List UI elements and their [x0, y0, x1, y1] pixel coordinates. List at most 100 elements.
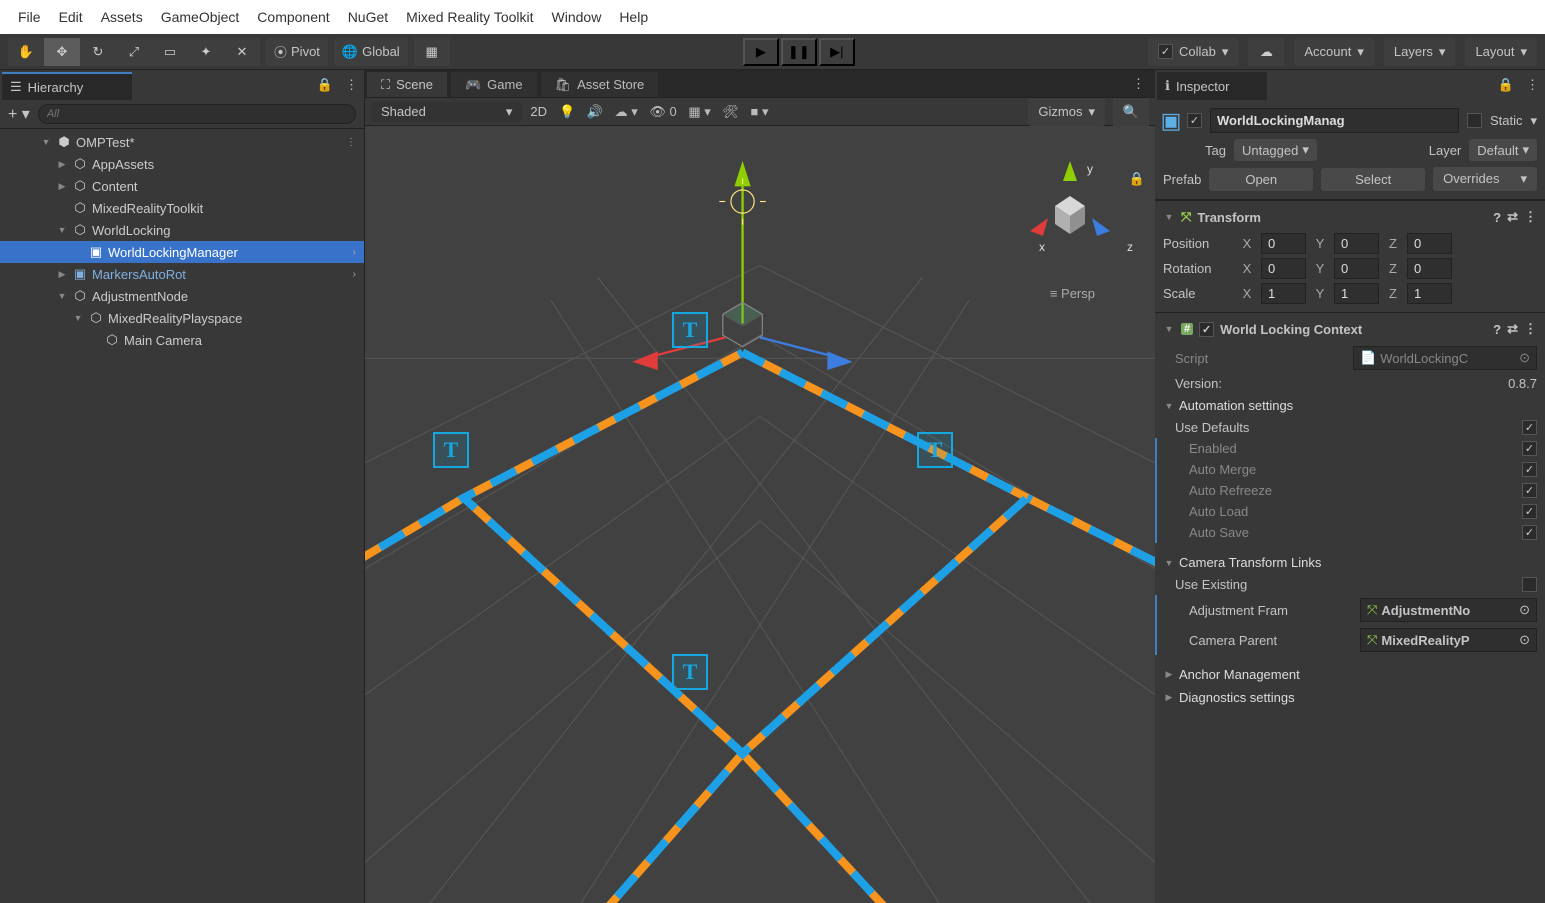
chevron-down-icon[interactable]: ▾ [1530, 113, 1537, 129]
anchor-gizmo[interactable]: T [433, 432, 469, 468]
rot-y[interactable] [1334, 258, 1379, 279]
hierarchy-tab[interactable]: ☰Hierarchy [2, 72, 132, 100]
panel-menu-icon[interactable]: ⋮ [1122, 70, 1155, 97]
foldout-icon[interactable]: ▶ [56, 159, 68, 170]
scene-tab[interactable]: ⛶Scene [367, 72, 447, 97]
help-icon[interactable]: ? [1493, 322, 1501, 337]
foldout-icon[interactable]: ▼ [1163, 212, 1175, 222]
hand-tool[interactable]: ✋ [8, 38, 44, 66]
scene-lock-icon[interactable]: 🔒 [1129, 171, 1145, 187]
diagnostics-header[interactable]: Diagnostics settings [1179, 690, 1295, 705]
active-checkbox[interactable]: ✓ [1187, 113, 1202, 128]
tools-icon[interactable]: 🛠 [722, 104, 739, 119]
rect-tool[interactable]: ▭ [152, 38, 188, 66]
scl-y[interactable] [1334, 283, 1379, 304]
auto-refreeze-checkbox[interactable]: ✓ [1522, 483, 1537, 498]
transform-tool[interactable]: ✦ [188, 38, 224, 66]
scene-view[interactable]: y x z 🔒 ≡ Persp T T T T [365, 126, 1155, 903]
pos-x[interactable] [1261, 233, 1306, 254]
preset-icon[interactable]: ⇄ [1507, 209, 1518, 225]
pos-y[interactable] [1334, 233, 1379, 254]
foldout-icon[interactable]: ▶ [1163, 692, 1175, 703]
camera-icon[interactable]: ■ ▾ [751, 104, 769, 119]
menu-icon[interactable]: ⋮ [345, 77, 358, 93]
global-toggle[interactable]: 🌐Global [334, 38, 408, 66]
pause-button[interactable]: ❚❚ [781, 38, 817, 66]
foldout-icon[interactable]: ▼ [1163, 558, 1175, 568]
prefab-open-button[interactable]: Open [1209, 168, 1313, 191]
game-tab[interactable]: 🎮Game [451, 72, 537, 97]
inspector-tab[interactable]: ℹInspector [1157, 72, 1267, 100]
tree-item[interactable]: ▼⬡WorldLocking [0, 219, 364, 241]
menu-gameobject[interactable]: GameObject [153, 5, 248, 29]
fx-icon[interactable]: ☁ ▾ [615, 104, 638, 119]
tree-item[interactable]: ▼⬡AdjustmentNode [0, 285, 364, 307]
lock-icon[interactable]: 🔒 [317, 77, 333, 93]
grid-snap-icon[interactable]: ▦ ▾ [688, 104, 710, 119]
prefab-overrides-button[interactable]: Overrides▾ [1433, 167, 1537, 191]
light-icon[interactable]: 💡 [559, 104, 575, 119]
prefab-select-button[interactable]: Select [1321, 168, 1425, 191]
play-button[interactable]: ▶ [743, 38, 779, 66]
adjustment-frame-field[interactable]: ⤧AdjustmentNo⊙ [1360, 598, 1537, 622]
create-dropdown[interactable]: + ▾ [8, 104, 30, 124]
auto-save-checkbox[interactable]: ✓ [1522, 525, 1537, 540]
chevron-right-icon[interactable]: › [353, 269, 356, 280]
cloud-button[interactable]: ☁ [1248, 38, 1284, 66]
move-tool[interactable]: ✥ [44, 38, 80, 66]
projection-label[interactable]: ≡ Persp [1050, 286, 1095, 301]
tree-item-selected[interactable]: ▣WorldLockingManager› [0, 241, 364, 263]
foldout-icon[interactable]: ▼ [72, 313, 84, 323]
camera-parent-field[interactable]: ⤧MixedRealityP⊙ [1360, 628, 1537, 652]
rot-z[interactable] [1407, 258, 1452, 279]
layout-dropdown[interactable]: Layout▾ [1465, 38, 1537, 66]
foldout-icon[interactable]: ▶ [56, 181, 68, 192]
chevron-right-icon[interactable]: › [353, 247, 356, 258]
anchor-gizmo[interactable]: T [917, 432, 953, 468]
menu-mrtk[interactable]: Mixed Reality Toolkit [398, 5, 541, 29]
gizmos-dropdown[interactable]: Gizmos▾ [1028, 98, 1105, 126]
scl-x[interactable] [1261, 283, 1306, 304]
tree-item-prefab[interactable]: ▶▣MarkersAutoRot› [0, 263, 364, 285]
foldout-icon[interactable]: ▼ [1163, 324, 1175, 334]
component-menu-icon[interactable]: ⋮ [1524, 321, 1537, 337]
tree-item[interactable]: ⬡MixedRealityToolkit [0, 197, 364, 219]
draw-mode-dropdown[interactable]: Shaded▾ [371, 102, 522, 122]
step-button[interactable]: ▶| [819, 38, 855, 66]
layer-dropdown[interactable]: Default▾ [1469, 139, 1537, 161]
foldout-icon[interactable]: ▶ [56, 269, 68, 280]
foldout-icon[interactable]: ▼ [40, 137, 52, 147]
object-picker-icon[interactable]: ⊙ [1519, 632, 1530, 648]
tree-item[interactable]: ▶⬡AppAssets [0, 153, 364, 175]
use-existing-checkbox[interactable] [1522, 577, 1537, 592]
scene-row[interactable]: ▼ ⬢ OMPTest* ⋮ [0, 131, 364, 153]
visibility-icon[interactable]: 👁 0 [649, 104, 676, 119]
enable-checkbox[interactable]: ✓ [1199, 322, 1214, 337]
rotate-tool[interactable]: ↻ [80, 38, 116, 66]
anchor-gizmo[interactable]: T [672, 312, 708, 348]
scl-z[interactable] [1407, 283, 1452, 304]
hierarchy-search[interactable] [38, 104, 356, 124]
menu-file[interactable]: File [10, 5, 49, 29]
snap-toggle[interactable]: ▦ [414, 38, 450, 66]
foldout-icon[interactable]: ▼ [1163, 401, 1175, 411]
menu-help[interactable]: Help [611, 5, 656, 29]
auto-merge-checkbox[interactable]: ✓ [1522, 462, 1537, 477]
2d-toggle[interactable]: 2D [530, 104, 547, 119]
scene-search-icon[interactable]: 🔍 [1113, 98, 1149, 126]
custom-tool[interactable]: ✕ [224, 38, 260, 66]
foldout-icon[interactable]: ▼ [56, 291, 68, 301]
asset-store-tab[interactable]: 🛍Asset Store [541, 72, 659, 97]
lock-icon[interactable]: 🔒 [1498, 77, 1514, 93]
tree-item[interactable]: ⬡Main Camera [0, 329, 364, 351]
collab-dropdown[interactable]: ✓Collab▾ [1148, 38, 1238, 66]
menu-assets[interactable]: Assets [93, 5, 151, 29]
audio-icon[interactable]: 🔊 [587, 104, 603, 119]
auto-load-checkbox[interactable]: ✓ [1522, 504, 1537, 519]
menu-component[interactable]: Component [249, 5, 337, 29]
pivot-toggle[interactable]: ⦿Pivot [266, 38, 328, 66]
object-picker-icon[interactable]: ⊙ [1519, 350, 1530, 366]
rot-x[interactable] [1261, 258, 1306, 279]
anchor-gizmo[interactable]: T [672, 654, 708, 690]
context-menu-icon[interactable]: ⋮ [346, 137, 356, 148]
